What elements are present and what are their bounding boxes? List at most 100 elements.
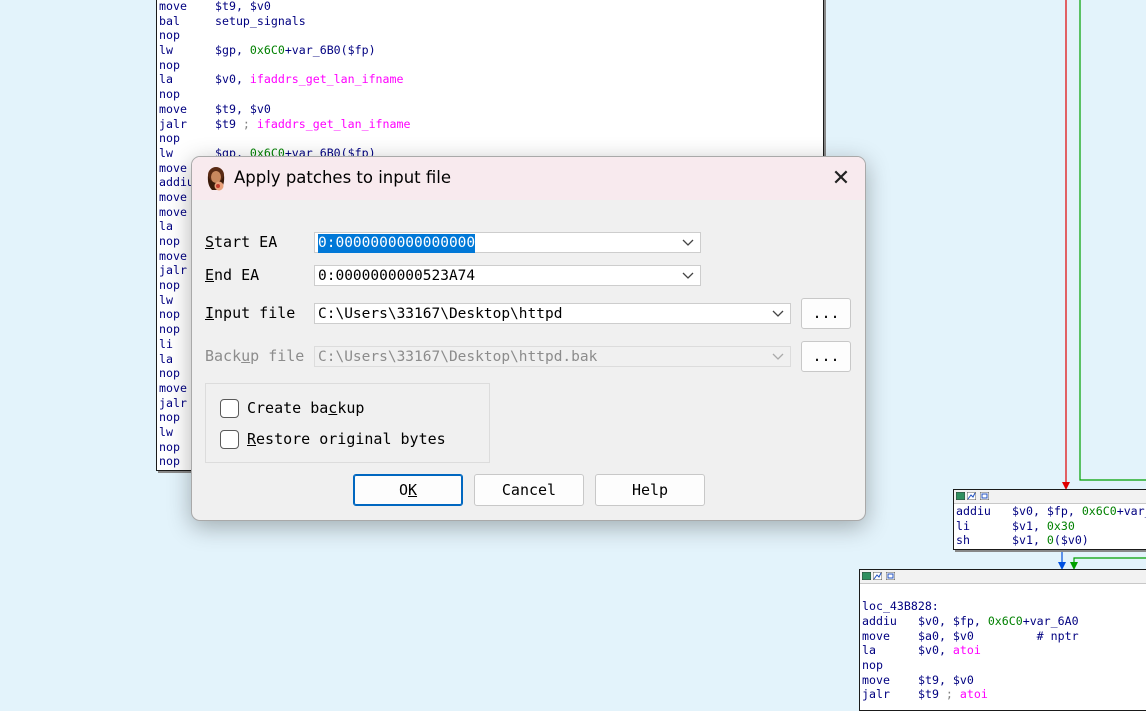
asm-mnemonic: move bbox=[159, 380, 187, 395]
block-graph-icon bbox=[967, 492, 976, 500]
asm-operands: $t9 ; atoi bbox=[918, 687, 988, 702]
asm-mnemonic: la bbox=[862, 643, 876, 658]
create-backup-checkbox[interactable] bbox=[220, 399, 239, 418]
asm-mnemonic: bal bbox=[159, 13, 180, 28]
asm-mnemonic: nop bbox=[159, 131, 180, 146]
block-titlebar bbox=[860, 570, 1146, 584]
asm-operands: $v0, $fp, 0x6C0+var_6A0 bbox=[918, 614, 1079, 629]
asm-mnemonic: nop bbox=[159, 234, 180, 248]
asm-mnemonic: lw bbox=[159, 145, 173, 160]
start-ea-label: Start EA bbox=[205, 233, 278, 251]
asm-token: atoi bbox=[952, 643, 981, 658]
asm-mnemonic: nop bbox=[159, 278, 180, 293]
end-ea-label-text: nd EA bbox=[214, 266, 260, 284]
restore-bytes-checkbox[interactable] bbox=[220, 430, 239, 449]
backup-file-value: C:\Users\33167\Desktop\httpd.bak bbox=[318, 349, 598, 365]
chevron-down-icon[interactable] bbox=[680, 266, 696, 285]
asm-mnemonic: lw bbox=[159, 424, 173, 439]
asm-mnemonic: nop bbox=[159, 28, 180, 43]
asm-mnemonic: nop bbox=[159, 307, 180, 322]
asm-operands: $v0, $fp, 0x6C0+var_ bbox=[1012, 504, 1146, 519]
block-color-icon bbox=[956, 492, 965, 500]
chevron-down-icon[interactable] bbox=[770, 347, 786, 366]
asm-token: ifaddrs_get_lan_ifname bbox=[256, 116, 411, 131]
input-file-label-text: nput file bbox=[214, 304, 296, 322]
start-ea-combo[interactable]: 0:0000000000000000 bbox=[314, 232, 701, 253]
restore-bytes-label[interactable]: Restore original bytes bbox=[247, 430, 446, 448]
asm-mnemonic: move bbox=[159, 189, 187, 204]
asm-token: $v1, bbox=[1012, 518, 1047, 533]
asm-mnemonic: jalr bbox=[159, 116, 187, 131]
close-icon[interactable]: ✕ bbox=[826, 164, 856, 194]
asm-mnemonic: lw bbox=[159, 292, 173, 307]
asm-mnemonic: la bbox=[159, 72, 173, 87]
asm-token: 0 bbox=[1046, 533, 1054, 548]
backup-file-combo[interactable]: C:\Users\33167\Desktop\httpd.bak bbox=[314, 346, 791, 367]
block-zoom-icon bbox=[886, 572, 895, 580]
chevron-down-icon[interactable] bbox=[770, 304, 786, 323]
asm-mnemonic: jalr bbox=[159, 263, 187, 278]
start-ea-value: 0:0000000000000000 bbox=[318, 234, 476, 253]
asm-operands: $v1, 0($v0) bbox=[1012, 533, 1089, 548]
block-zoom-icon bbox=[980, 492, 989, 500]
asm-mnemonic: lw bbox=[159, 43, 173, 58]
apply-patches-dialog: Apply patches to input file ✕ Start EA 0… bbox=[191, 156, 866, 521]
asm-token: $gp, bbox=[215, 43, 250, 58]
asm-mnemonic: nop bbox=[159, 322, 180, 337]
asm-token: ; bbox=[242, 116, 257, 131]
input-file-combo[interactable]: C:\Users\33167\Desktop\httpd bbox=[314, 303, 791, 324]
asm-mnemonic: move bbox=[862, 628, 890, 643]
asm-mnemonic: move bbox=[159, 101, 187, 116]
asm-token: $v0, bbox=[215, 72, 250, 87]
asm-token: +var_6A0 bbox=[1022, 614, 1079, 628]
asm-token: $t9, $v0 bbox=[918, 672, 974, 687]
end-ea-label: End EA bbox=[205, 266, 260, 284]
asm-token: $t9 bbox=[215, 116, 243, 131]
dialog-title: Apply patches to input file bbox=[234, 168, 452, 187]
asm-mnemonic: jalr bbox=[159, 395, 187, 410]
asm-token: $a0, $v0 bbox=[918, 628, 1037, 643]
asm-token: $v0, bbox=[918, 643, 953, 658]
asm-mnemonic: nop bbox=[159, 439, 180, 454]
end-ea-value: 0:0000000000523A74 bbox=[318, 268, 476, 284]
asm-mnemonic: jalr bbox=[862, 687, 890, 702]
create-backup-label[interactable]: Create backup bbox=[247, 399, 364, 417]
asm-token: 0x6C0 bbox=[987, 614, 1023, 628]
asm-mnemonic: nop bbox=[862, 658, 883, 673]
disasm-block-small: addiu $v0, $fp, 0x6C0+var_li $v1, 0x30 sh $v… bbox=[953, 489, 1146, 550]
asm-operands: $t9, $v0 bbox=[215, 102, 271, 117]
input-file-value: C:\Users\33167\Desktop\httpd bbox=[318, 306, 563, 322]
cancel-button[interactable]: Cancel bbox=[474, 474, 584, 506]
asm-token: $t9, $v0 bbox=[215, 101, 271, 116]
asm-operands: $t9, $v0 bbox=[918, 673, 974, 688]
asm-mnemonic: move bbox=[159, 160, 187, 175]
start-ea-label-text: tart EA bbox=[214, 233, 278, 251]
asm-operands: $a0, $v0 # nptr bbox=[918, 629, 1079, 644]
asm-mnemonic: addiu bbox=[159, 175, 194, 190]
browse-input-button[interactable]: ... bbox=[801, 298, 851, 329]
browse-backup-button[interactable]: ... bbox=[801, 341, 851, 372]
block-graph-icon bbox=[873, 572, 882, 580]
ok-button[interactable]: OK bbox=[353, 474, 463, 506]
asm-token: $t9, $v0 bbox=[215, 0, 271, 13]
dialog-titlebar: Apply patches to input file ✕ bbox=[192, 157, 865, 200]
asm-token: $t9 bbox=[918, 687, 946, 702]
asm-mnemonic: nop bbox=[159, 87, 180, 102]
asm-mnemonic: la bbox=[159, 219, 173, 234]
asm-operands: $v1, 0x30 bbox=[1012, 519, 1075, 534]
input-file-label: Input file bbox=[205, 304, 296, 322]
loc-label: loc_43B828: bbox=[862, 599, 939, 613]
help-button[interactable]: Help bbox=[595, 474, 705, 506]
asm-mnemonic: li bbox=[159, 336, 173, 351]
asm-token: +var_ bbox=[1116, 504, 1146, 518]
block-titlebar bbox=[954, 490, 1146, 504]
asm-mnemonic: nop bbox=[159, 57, 180, 72]
asm-token: # nptr bbox=[1036, 628, 1079, 643]
asm-token: $v0, $fp, bbox=[1012, 504, 1082, 518]
ida-app-icon bbox=[207, 167, 225, 191]
asm-token: ($v0) bbox=[1053, 533, 1089, 548]
chevron-down-icon[interactable] bbox=[680, 233, 696, 252]
asm-operands: $t9, $v0 bbox=[215, 0, 271, 14]
asm-mnemonic: move bbox=[159, 204, 187, 219]
end-ea-combo[interactable]: 0:0000000000523A74 bbox=[314, 265, 701, 286]
